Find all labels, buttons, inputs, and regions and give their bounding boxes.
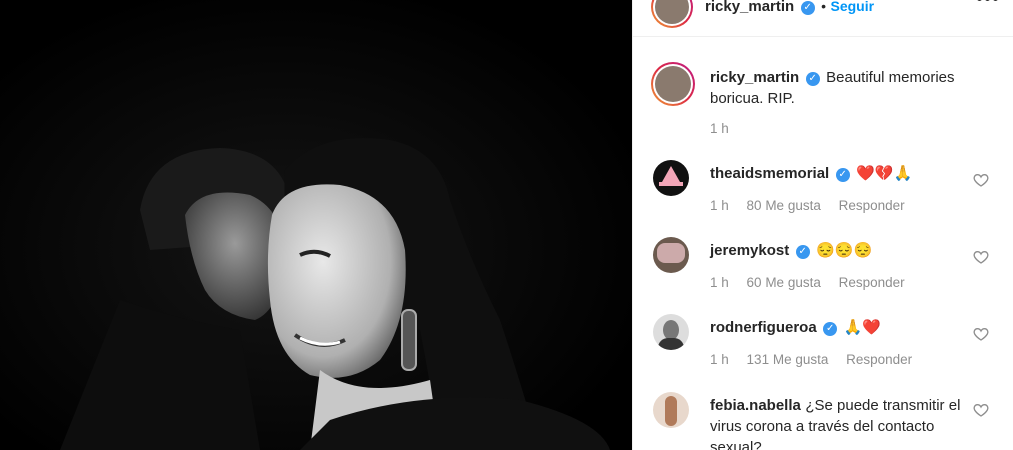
like-heart-icon[interactable] <box>973 172 989 188</box>
comment-username[interactable]: jeremykost <box>710 242 789 259</box>
comment-likes[interactable]: 80 Me gusta <box>747 198 821 213</box>
comment-avatar[interactable] <box>653 237 689 273</box>
verified-badge-icon: ✓ <box>800 1 815 15</box>
comment-meta: 1 h 131 Me gusta Responder <box>710 352 926 367</box>
comment-avatar[interactable] <box>653 392 689 428</box>
comment-avatar[interactable] <box>653 160 689 196</box>
more-options-icon[interactable]: ••• <box>976 0 1000 11</box>
comment-meta: 1 h 80 Me gusta Responder <box>710 198 919 213</box>
comment-likes[interactable]: 131 Me gusta <box>747 352 829 367</box>
header-avatar[interactable] <box>651 0 693 28</box>
caption-time[interactable]: 1 h <box>710 121 729 136</box>
comment-time[interactable]: 1 h <box>710 352 729 367</box>
comment-text: ❤️💔🙏 <box>856 165 913 182</box>
like-heart-icon[interactable] <box>973 402 989 418</box>
comment-username[interactable]: theaidsmemorial <box>710 165 829 182</box>
caption-avatar[interactable] <box>651 62 695 106</box>
post-header: ricky_martin ✓ • Seguir ••• <box>633 0 1013 37</box>
verified-badge-icon: ✓ <box>823 322 838 336</box>
photo-image <box>0 0 632 450</box>
header-separator: • <box>821 0 827 14</box>
comment-text: 🙏❤️ <box>843 319 881 336</box>
caption-username[interactable]: ricky_martin <box>710 69 799 86</box>
like-heart-icon[interactable] <box>973 249 989 265</box>
reply-button[interactable]: Responder <box>839 198 905 213</box>
reply-button[interactable]: Responder <box>846 352 912 367</box>
comment-text: 😔😔😔 <box>816 242 873 259</box>
header-username[interactable]: ricky_martin <box>705 0 794 15</box>
comment-meta: 1 h 60 Me gusta Responder <box>710 275 919 290</box>
reply-button[interactable]: Responder <box>839 275 905 290</box>
follow-button[interactable]: Seguir <box>830 0 874 14</box>
comment-username[interactable]: febia.nabella <box>710 397 801 414</box>
verified-badge-icon: ✓ <box>835 168 850 182</box>
comment-username[interactable]: rodnerfigueroa <box>710 319 817 336</box>
comment-time[interactable]: 1 h <box>710 275 729 290</box>
like-heart-icon[interactable] <box>973 326 989 342</box>
comment-likes[interactable]: 60 Me gusta <box>747 275 821 290</box>
post-photo[interactable] <box>0 0 632 450</box>
verified-badge-icon: ✓ <box>795 245 810 259</box>
comment-time[interactable]: 1 h <box>710 198 729 213</box>
comment-avatar[interactable] <box>653 314 689 350</box>
verified-badge-icon: ✓ <box>805 72 820 86</box>
post-side-panel: ricky_martin ✓ • Seguir ••• ricky_martin… <box>632 0 1013 450</box>
